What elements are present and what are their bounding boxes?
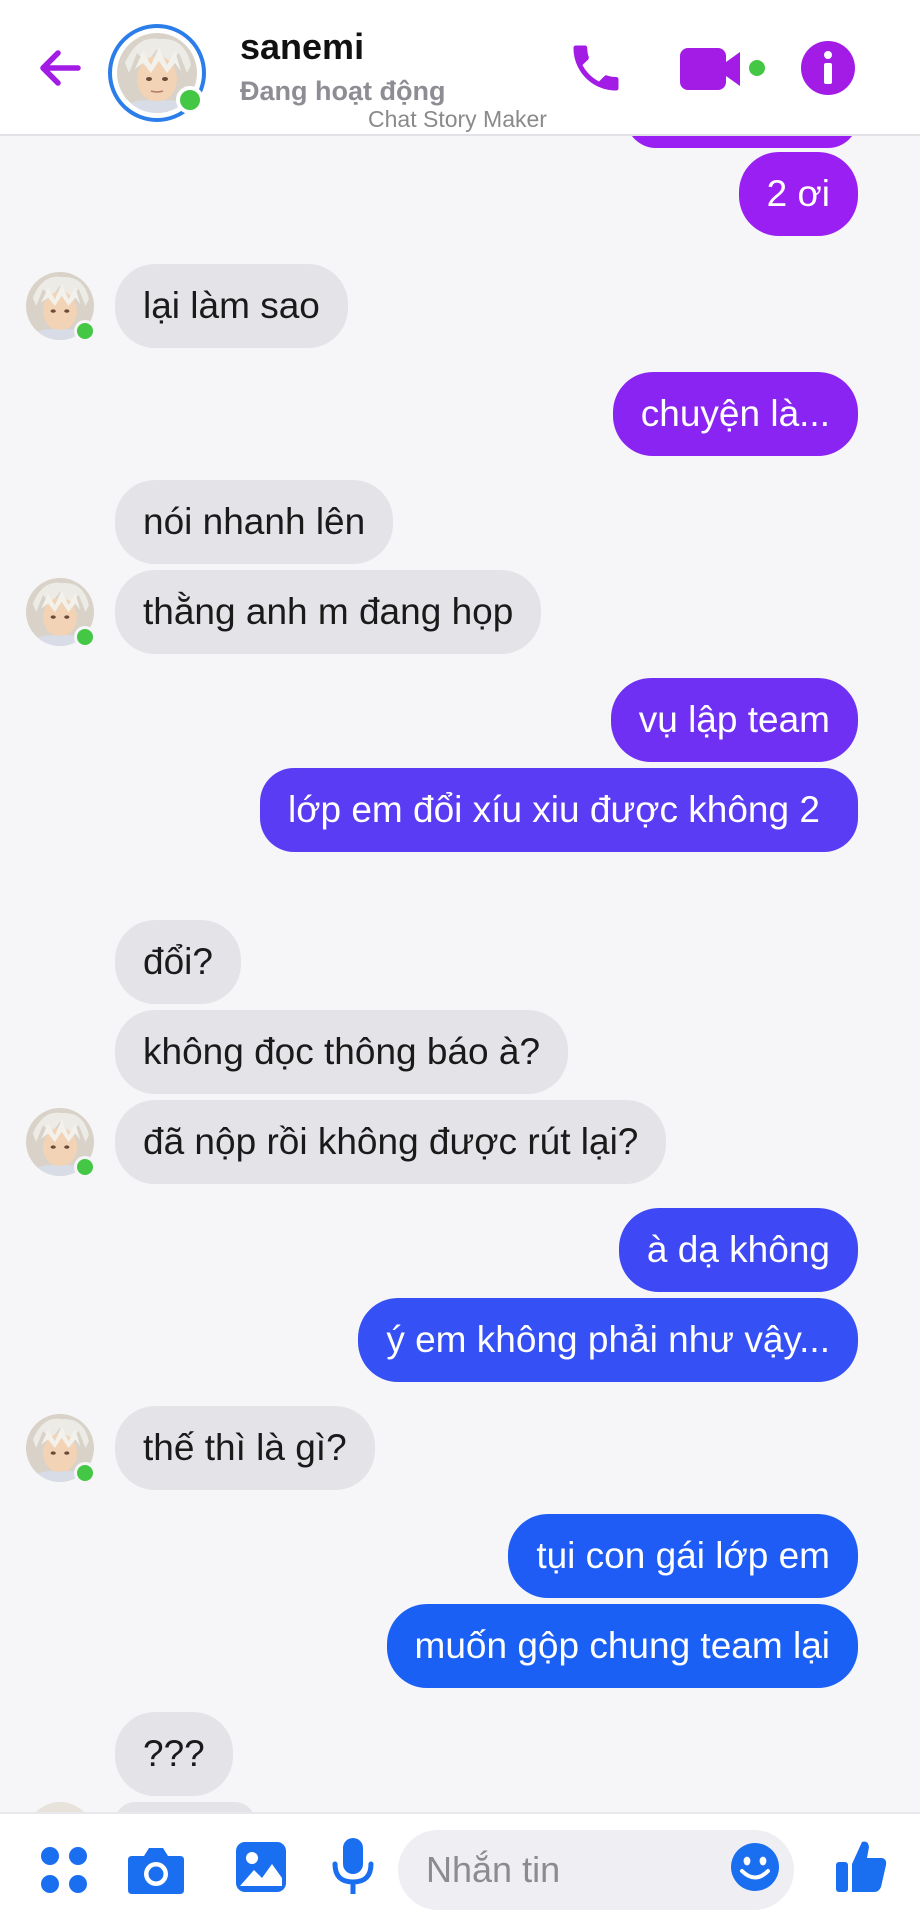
online-indicator <box>74 1462 96 1484</box>
message-bubble-incoming[interactable]: ??? <box>115 1712 233 1796</box>
thumbs-up-icon[interactable] <box>834 1838 888 1894</box>
message-bubble-incoming[interactable]: thế thì là gì? <box>115 1406 375 1490</box>
message-bubble-outgoing[interactable]: muốn gộp chung team lại <box>386 1604 858 1688</box>
online-indicator <box>74 626 96 648</box>
emoji-icon[interactable] <box>730 1842 780 1892</box>
message-bubble-incoming[interactable]: đã nộp rồi không được rút lại? <box>115 1100 667 1184</box>
sender-avatar <box>26 1802 94 1812</box>
message-bubble-incoming[interactable]: lại làm sao <box>115 264 348 348</box>
back-arrow-icon[interactable] <box>30 38 90 98</box>
contact-avatar[interactable] <box>108 24 206 122</box>
phone-icon[interactable] <box>566 38 626 98</box>
message-bubble-outgoing <box>626 136 858 148</box>
message-bubble-outgoing[interactable]: 2 ơi <box>738 152 858 236</box>
app-watermark: Chat Story Maker <box>368 106 547 132</box>
message-bubble-incoming[interactable]: không đọc thông báo à? <box>115 1010 569 1094</box>
message-bubble-incoming[interactable]: nói nhanh lên <box>115 480 394 564</box>
message-bubble-outgoing[interactable]: à dạ không <box>618 1208 858 1292</box>
menu-dots-icon[interactable] <box>38 1844 90 1896</box>
message-bubble-outgoing[interactable]: lớp em đổi xíu xiu được không 2 <box>260 768 858 852</box>
message-list[interactable]: 2 ơi lại làm sao chuyện là... nói nhanh … <box>0 136 920 1812</box>
info-icon[interactable] <box>800 40 856 96</box>
microphone-icon[interactable] <box>330 1836 376 1898</box>
message-composer <box>0 1812 920 1920</box>
video-camera-icon[interactable] <box>678 44 766 94</box>
message-bubble-outgoing[interactable]: tụi con gái lớp em <box>508 1514 858 1598</box>
contact-status: Đang hoạt động <box>240 76 446 106</box>
online-indicator <box>176 86 204 114</box>
message-bubble-outgoing[interactable]: vụ lập team <box>610 678 858 762</box>
message-bubble-incoming[interactable]: đổi? <box>115 920 241 1004</box>
sender-avatar[interactable] <box>26 1414 96 1484</box>
message-bubble-incoming <box>115 1802 255 1812</box>
message-bubble-outgoing[interactable]: ý em không phải như vậy... <box>358 1298 858 1382</box>
sender-avatar[interactable] <box>26 578 96 648</box>
message-bubble-incoming[interactable]: thằng anh m đang họp <box>115 570 542 654</box>
chat-header: sanemi Đang hoạt động Chat Story Maker <box>0 0 920 136</box>
sender-avatar[interactable] <box>26 1108 96 1178</box>
camera-icon[interactable] <box>126 1842 186 1896</box>
contact-name[interactable]: sanemi <box>240 26 364 68</box>
sender-avatar[interactable] <box>26 272 96 342</box>
message-bubble-outgoing[interactable]: chuyện là... <box>612 372 858 456</box>
online-indicator <box>74 320 96 342</box>
gallery-icon[interactable] <box>234 1840 288 1894</box>
online-indicator <box>74 1156 96 1178</box>
